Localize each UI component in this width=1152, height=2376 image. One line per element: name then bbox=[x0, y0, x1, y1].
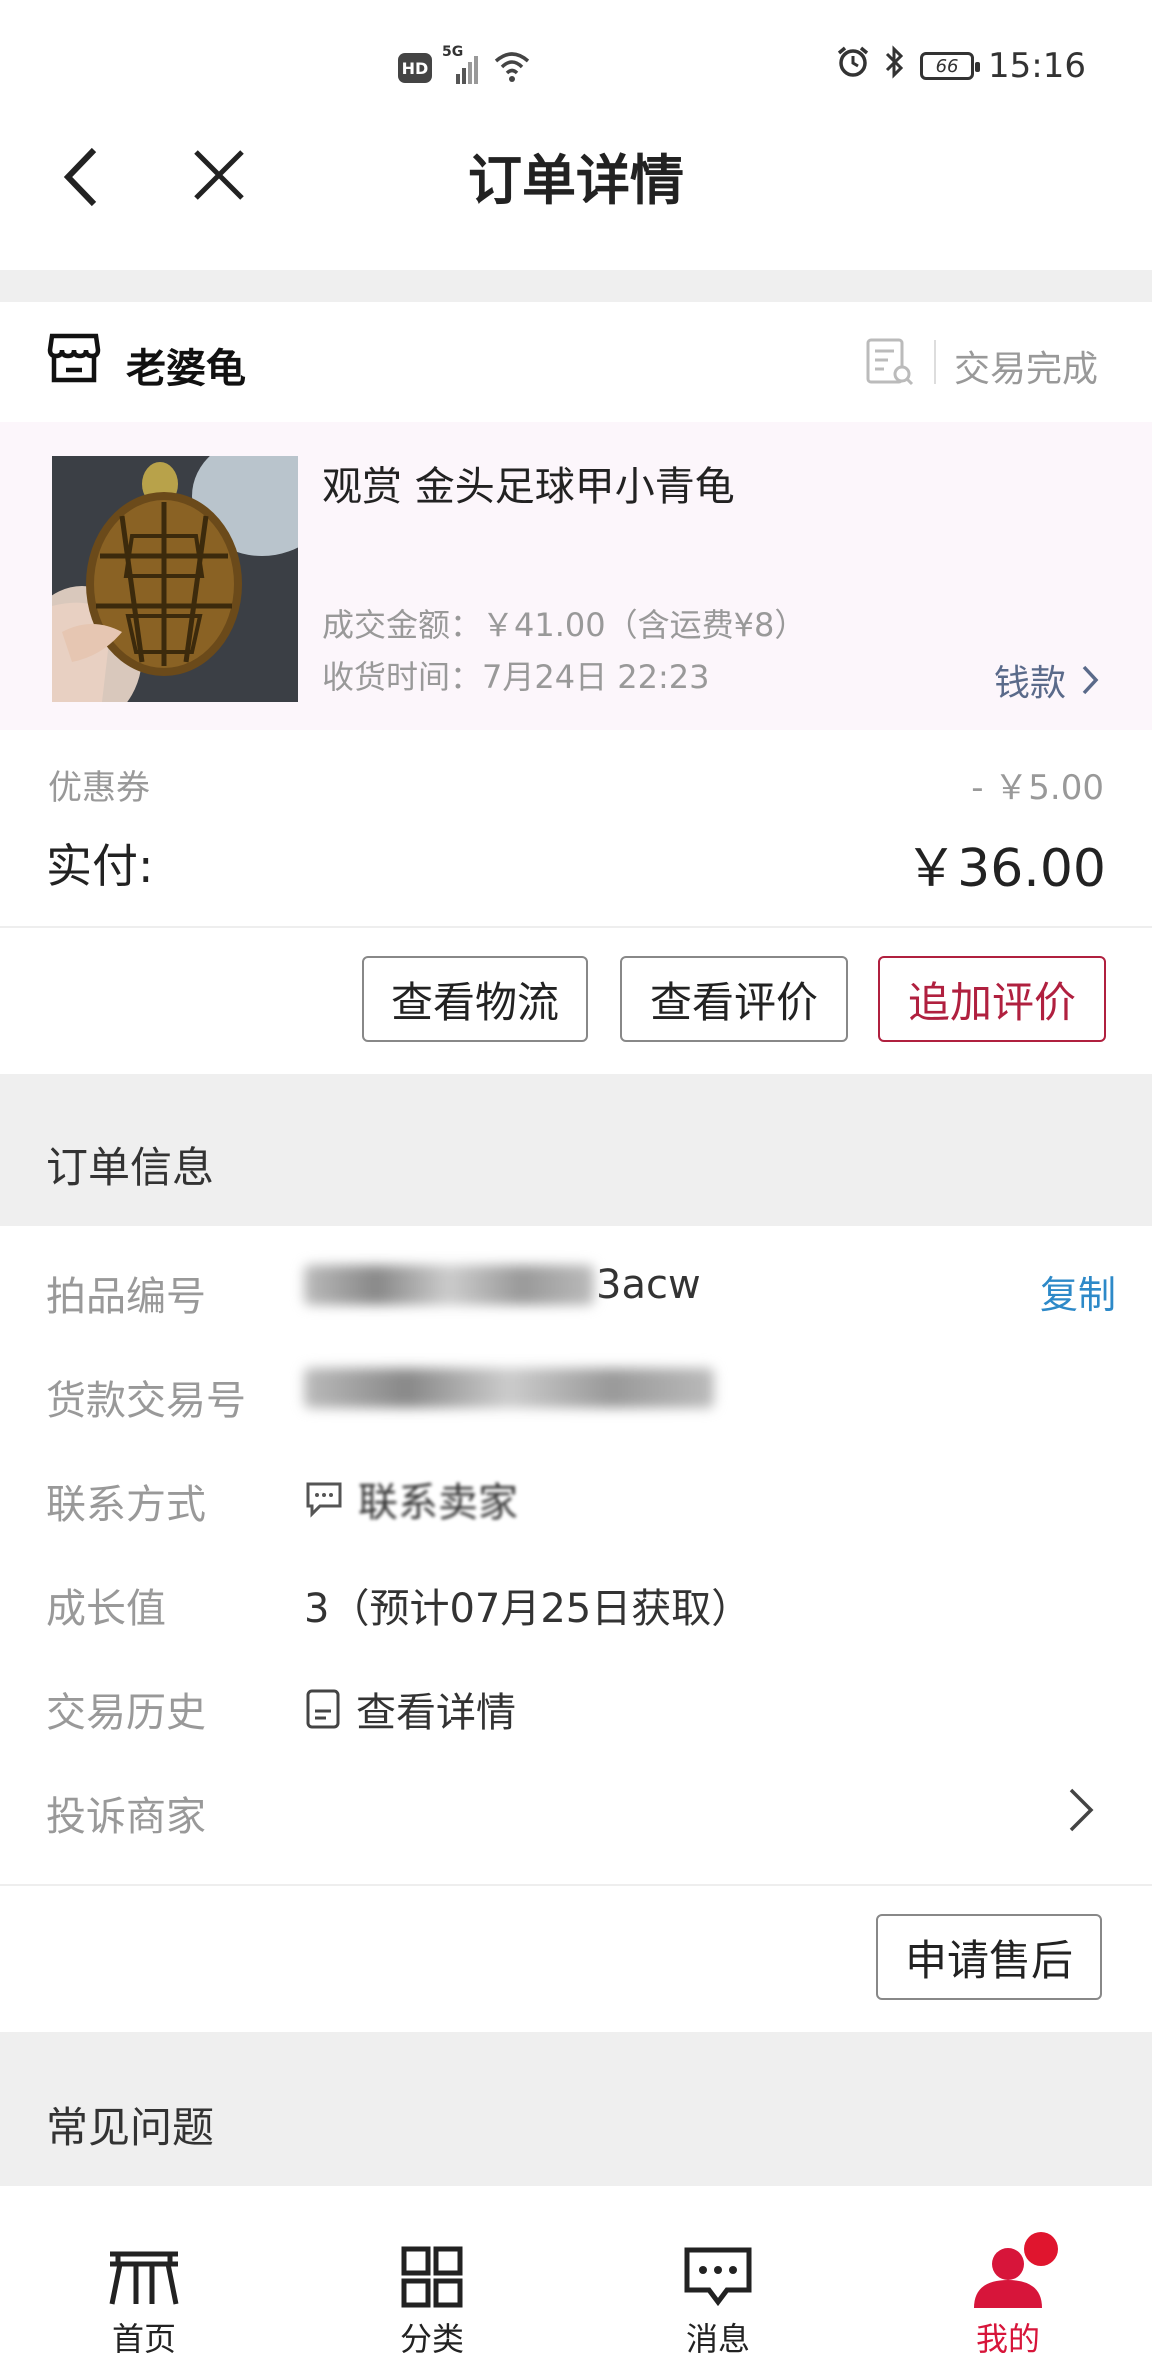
clock: 15:16 bbox=[988, 46, 1086, 86]
product-title[interactable]: 观赏 金头足球甲小青龟 bbox=[322, 454, 735, 512]
product-image[interactable] bbox=[52, 456, 298, 702]
redacted-text bbox=[304, 1368, 714, 1408]
bluetooth-icon bbox=[884, 44, 906, 89]
message-icon bbox=[684, 2247, 752, 2307]
wifi-icon bbox=[492, 49, 532, 87]
faq-title: 常见问题 bbox=[46, 2103, 215, 2152]
paid-value: ￥36.00 bbox=[905, 839, 1106, 899]
alarm-icon bbox=[836, 45, 870, 88]
payment-link-label: 钱款 bbox=[994, 663, 1067, 704]
history-link-label: 查看详情 bbox=[356, 1690, 516, 1736]
deal-amount: 成交金额：￥41.00（含运费¥8） bbox=[322, 606, 807, 644]
payment-link[interactable]: 钱款 bbox=[994, 654, 1100, 706]
grid-icon bbox=[401, 2246, 463, 2308]
signal-icon: 5G bbox=[442, 44, 482, 86]
copy-button[interactable]: 复制 bbox=[1040, 1264, 1116, 1319]
contact-label: 联系方式 bbox=[46, 1482, 206, 1528]
order-search-icon[interactable] bbox=[864, 336, 916, 388]
tab-category-label: 分类 bbox=[399, 2320, 464, 2358]
chevron-right-icon bbox=[1082, 665, 1099, 695]
chat-icon bbox=[306, 1482, 342, 1518]
tab-messages[interactable]: 消息 bbox=[638, 2200, 798, 2376]
page-title: 订单详情 bbox=[468, 149, 684, 212]
growth-value: 3（预计07月25日获取） bbox=[304, 1586, 752, 1632]
payment-no-value bbox=[304, 1368, 714, 1408]
system-status: 66 15:16 bbox=[836, 44, 1086, 88]
item-no-suffix: 3acw bbox=[596, 1262, 701, 1308]
item-no-label: 拍品编号 bbox=[46, 1274, 206, 1320]
item-no-value: 3acw bbox=[304, 1262, 701, 1308]
coupon-label: 优惠券 bbox=[48, 768, 150, 808]
tab-home[interactable]: 首页 bbox=[64, 2200, 224, 2376]
history-label: 交易历史 bbox=[46, 1690, 206, 1736]
growth-label: 成长值 bbox=[46, 1586, 166, 1632]
home-icon bbox=[109, 2251, 179, 2305]
after-sale-button[interactable]: 申请售后 bbox=[876, 1914, 1102, 2000]
status-divider bbox=[934, 340, 936, 384]
document-icon bbox=[306, 1689, 340, 1729]
payment-no-label: 货款交易号 bbox=[46, 1378, 246, 1424]
network-type-label: 5G bbox=[442, 44, 464, 60]
divider bbox=[0, 926, 1152, 928]
section-gap bbox=[0, 270, 1152, 302]
view-review-button[interactable]: 查看评价 bbox=[620, 956, 848, 1042]
contact-seller-link[interactable]: 联系卖家 bbox=[304, 1470, 518, 1528]
tab-messages-label: 消息 bbox=[685, 2320, 750, 2358]
receive-time: 收货时间：7月24日 22:23 bbox=[322, 658, 710, 696]
order-info-title: 订单信息 bbox=[46, 1143, 215, 1192]
tab-home-label: 首页 bbox=[111, 2320, 176, 2358]
tab-mine[interactable]: 我的 bbox=[928, 2200, 1088, 2376]
divider bbox=[0, 1884, 1152, 1886]
network-status: HD 5G bbox=[398, 44, 532, 88]
contact-seller-label: 联系卖家 bbox=[358, 1480, 518, 1526]
shop-icon bbox=[46, 330, 102, 386]
view-logistics-button[interactable]: 查看物流 bbox=[362, 956, 588, 1042]
redacted-text bbox=[304, 1265, 594, 1305]
order-status: 交易完成 bbox=[954, 349, 1099, 390]
paid-label: 实付: bbox=[46, 839, 154, 893]
history-link[interactable]: 查看详情 bbox=[304, 1680, 516, 1738]
add-review-button[interactable]: 追加评价 bbox=[878, 956, 1106, 1042]
hd-badge: HD bbox=[398, 53, 432, 83]
complaint-label[interactable]: 投诉商家 bbox=[46, 1784, 206, 1842]
tab-mine-label: 我的 bbox=[975, 2320, 1040, 2358]
coupon-value: - ￥5.00 bbox=[971, 768, 1104, 808]
notification-dot bbox=[1024, 2232, 1058, 2266]
shop-name: 老婆龟 bbox=[126, 346, 246, 392]
battery-icon: 66 bbox=[920, 52, 981, 80]
complaint-chevron-icon[interactable] bbox=[1066, 1784, 1096, 1836]
tab-category[interactable]: 分类 bbox=[352, 2200, 512, 2376]
